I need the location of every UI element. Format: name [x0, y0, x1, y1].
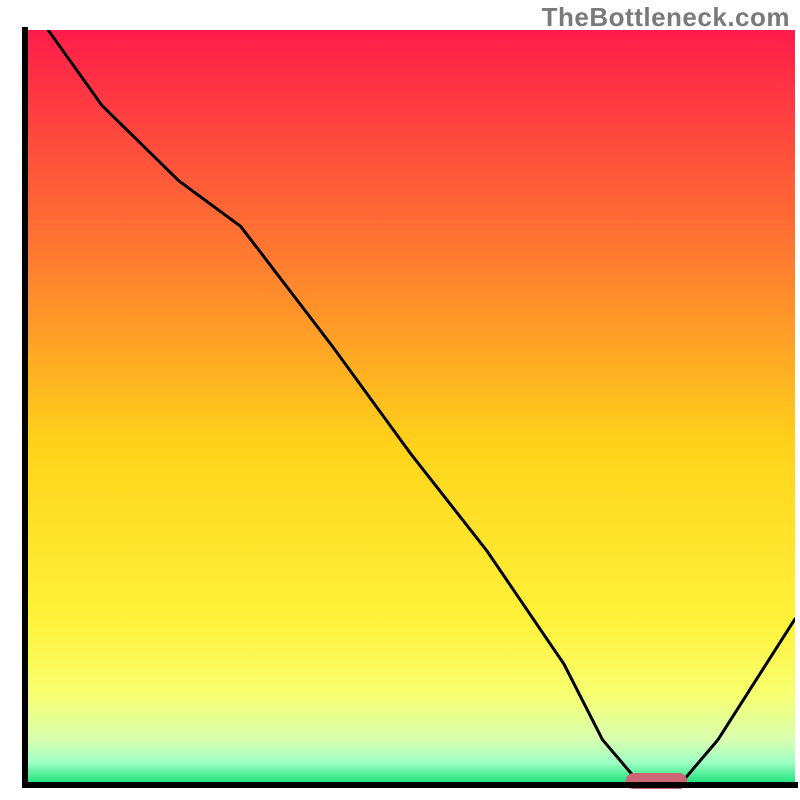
- bottleneck-chart: [0, 0, 800, 800]
- chart-container: TheBottleneck.com: [0, 0, 800, 800]
- watermark-text: TheBottleneck.com: [542, 2, 790, 33]
